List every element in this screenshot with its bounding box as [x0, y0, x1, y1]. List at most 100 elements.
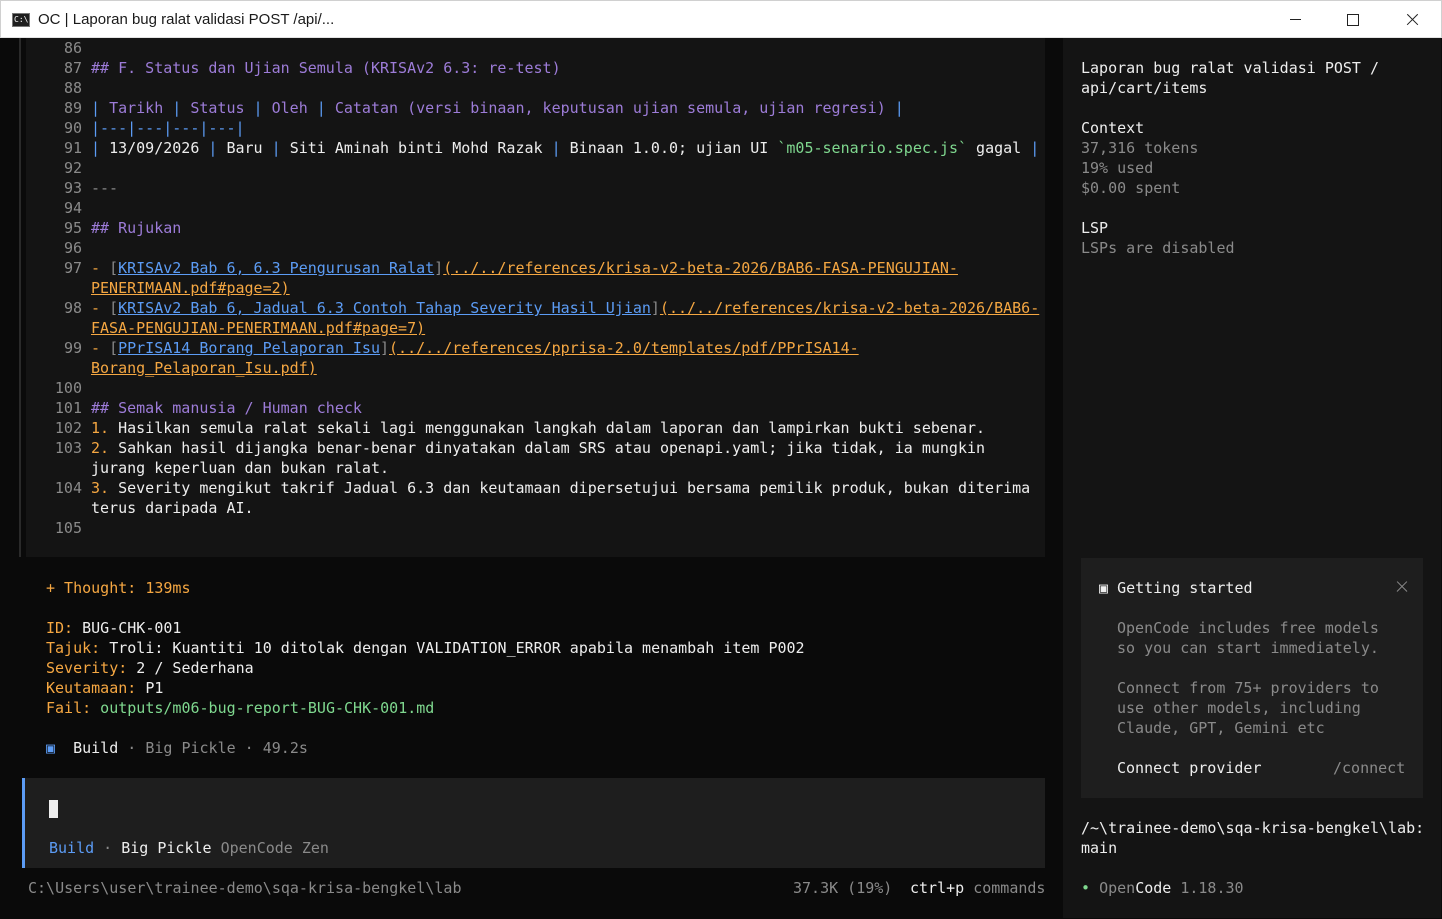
- table-header-cell: Oleh: [271, 99, 308, 117]
- line-number: 100: [54, 379, 82, 397]
- line-number: 91: [63, 139, 82, 157]
- connect-command: /connect: [1333, 759, 1406, 777]
- prompt-mode-status: Build · Big Pickle OpenCode Zen: [49, 838, 329, 858]
- output-key: Fail:: [46, 699, 92, 717]
- shortcut-label: commands: [973, 879, 1046, 897]
- line-number: 101: [54, 399, 82, 417]
- provider-name: OpenCode Zen: [220, 839, 329, 857]
- output-key: Keutamaan:: [46, 679, 137, 697]
- table-row: | 13/09/2026 | Baru | Siti Aminah binti …: [91, 139, 1040, 157]
- reference-link[interactable]: KRISAv2 Bab 6, Jadual 6.3 Contoh Tahap S…: [118, 299, 651, 317]
- reference-url[interactable]: (../../references/krisa-v2-beta-2026/BAB…: [660, 299, 1039, 317]
- list-text: Hasilkan semula ralat sekali lagi menggu…: [109, 419, 986, 437]
- editor-left-border: [19, 38, 21, 557]
- list-text: jurang keperluan dan bukan ralat.: [91, 459, 390, 477]
- window-titlebar: C:\ OC | Laporan bug ralat validasi POST…: [0, 0, 1442, 38]
- connect-provider-button[interactable]: Connect provider: [1117, 758, 1262, 778]
- lsp-label: LSP: [1081, 219, 1109, 237]
- table-cell: gagal: [967, 139, 1022, 157]
- thought-toggle[interactable]: + Thought: 139ms: [46, 578, 191, 598]
- line-number: 99: [63, 339, 82, 357]
- getting-started-icon: ▣: [1099, 579, 1109, 597]
- window-title: OC | Laporan bug ralat validasi POST /ap…: [38, 11, 335, 28]
- file-preview-pane[interactable]: 86 87 ## F. Status dan Ujian Semula (KRIS…: [26, 38, 1045, 557]
- list-bullet: -: [91, 339, 110, 357]
- list-bullet: -: [91, 259, 110, 277]
- getting-started-title: Getting started: [1117, 579, 1253, 597]
- table-cell: Siti Aminah binti Mohd Razak: [289, 139, 543, 157]
- output-key: ID:: [46, 619, 74, 637]
- list-number: 3.: [91, 479, 110, 497]
- reference-link[interactable]: PPrISA14 Borang Pelaporan Isu: [118, 339, 380, 357]
- getting-started-text: so you can start immediately.: [1117, 639, 1379, 657]
- git-branch: main: [1081, 839, 1118, 857]
- build-icon: ▣: [46, 739, 56, 757]
- text-cursor: [49, 800, 58, 818]
- line-number: 97: [63, 259, 82, 277]
- heading-text: ## Semak manusia / Human check: [91, 399, 362, 417]
- close-icon[interactable]: [1395, 580, 1409, 594]
- build-label: Build: [73, 739, 119, 757]
- context-label: Context: [1081, 119, 1145, 137]
- line-number: 94: [63, 199, 82, 217]
- getting-started-text: OpenCode includes free models: [1117, 619, 1379, 637]
- line-number: 88: [63, 79, 82, 97]
- model-name[interactable]: Big Pickle: [121, 839, 211, 857]
- getting-started-header: ▣ Getting started: [1099, 578, 1253, 598]
- line-number: 98: [63, 299, 82, 317]
- list-number: 2.: [91, 439, 110, 457]
- session-title-line2: api/cart/items: [1081, 79, 1208, 97]
- context-used: 19% used: [1081, 159, 1154, 177]
- output-key: Severity:: [46, 659, 128, 677]
- reference-url[interactable]: (../../references/krisa-v2-beta-2026/BAB…: [443, 259, 958, 277]
- list-text: terus daripada AI.: [91, 499, 254, 517]
- build-summary: ▣ Build · Big Pickle · 49.2s: [46, 738, 308, 758]
- line-number: 93: [63, 179, 82, 197]
- terminal-app-icon: C:\: [12, 13, 30, 27]
- line-number: 90: [63, 119, 82, 137]
- horizontal-rule: ---: [91, 179, 119, 197]
- table-cell: Binaan 1.0.0; ujian UI: [569, 139, 778, 157]
- reference-url[interactable]: Borang_Pelaporan_Isu.pdf): [91, 358, 317, 378]
- heading-text: ## Rujukan: [91, 219, 182, 237]
- command-palette-hint[interactable]: ctrl+p commands: [910, 878, 1045, 898]
- list-text: Severity mengikut takrif Jadual 6.3 dan …: [109, 479, 1031, 497]
- output-keutamaan: Keutamaan: P1: [46, 678, 163, 698]
- output-id: ID: BUG-CHK-001: [46, 618, 181, 638]
- line-number: 92: [63, 159, 82, 177]
- agent-mode[interactable]: Build: [49, 839, 94, 857]
- maximize-button[interactable]: [1324, 1, 1382, 38]
- minimize-button[interactable]: [1266, 1, 1324, 38]
- lsp-status: LSPs are disabled: [1081, 239, 1235, 257]
- status-dot-icon: •: [1081, 879, 1091, 897]
- project-path-line1: /~\trainee-demo\sqa-krisa-bengkel\lab:: [1081, 819, 1425, 837]
- app-version: 1.18.30: [1171, 879, 1244, 897]
- line-number: 96: [63, 239, 82, 257]
- session-title-line1: Laporan bug ralat validasi POST /: [1081, 59, 1380, 77]
- output-value: BUG-CHK-001: [73, 619, 182, 637]
- close-window-button[interactable]: [1383, 1, 1441, 38]
- output-file-path[interactable]: outputs/m06-bug-report-BUG-CHK-001.md: [91, 699, 434, 717]
- reference-link[interactable]: KRISAv2 Bab 6, 6.3 Pengurusan Ralat: [118, 259, 434, 277]
- inline-code: `m05-senario.spec.js`: [777, 139, 968, 157]
- working-directory: C:\Users\user\trainee-demo\sqa-krisa-ben…: [28, 879, 462, 897]
- prompt-input[interactable]: Build · Big Pickle OpenCode Zen: [22, 778, 1045, 868]
- app-name-code: Code: [1135, 879, 1172, 897]
- token-usage: 37.3K (19%): [793, 879, 893, 897]
- reference-url[interactable]: PENERIMAAN.pdf#page=2): [91, 278, 290, 298]
- build-meta: · Big Pickle · 49.2s: [118, 739, 308, 757]
- getting-started-text: Connect from 75+ providers to: [1117, 679, 1379, 697]
- reference-url[interactable]: FASA-PENGUJIAN-PENERIMAAN.pdf#page=7): [91, 318, 425, 338]
- list-bullet: -: [91, 299, 110, 317]
- line-number: 105: [54, 519, 82, 537]
- output-value: 2 / Sederhana: [127, 659, 254, 677]
- line-number: 95: [63, 219, 82, 237]
- table-header-cell: Tarikh: [109, 99, 164, 117]
- context-spent: $0.00 spent: [1081, 179, 1181, 197]
- line-number: 87: [63, 59, 82, 77]
- table-header-cell: Status: [190, 99, 245, 117]
- reference-url[interactable]: (../../references/pprisa-2.0/templates/p…: [389, 339, 859, 357]
- line-number: 103: [54, 439, 82, 457]
- list-number: 1.: [91, 419, 110, 437]
- line-number: 89: [63, 99, 82, 117]
